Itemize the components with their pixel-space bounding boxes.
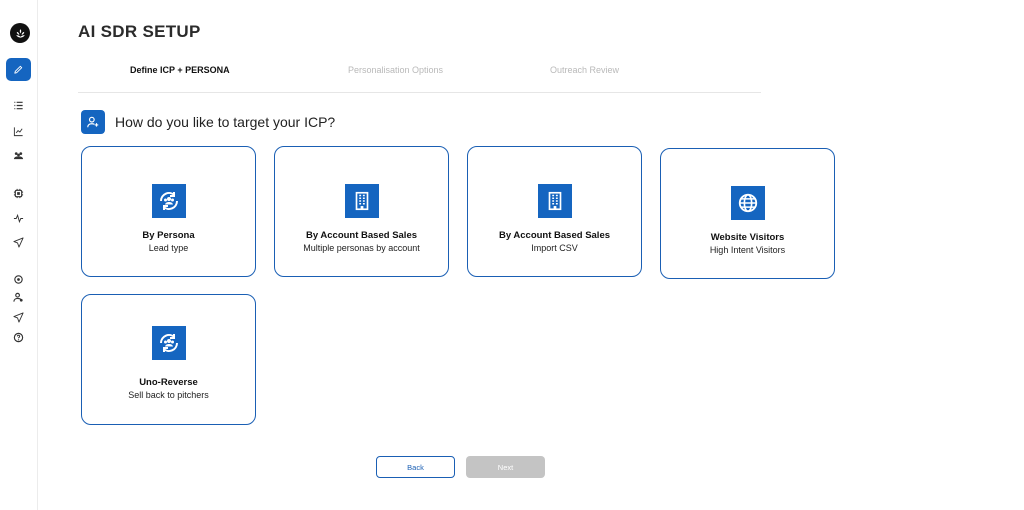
sidebar-item-ai[interactable] (11, 186, 25, 200)
user-settings-icon (12, 292, 23, 302)
question-text: How do you like to target your ICP? (115, 114, 336, 130)
activity-icon (13, 213, 23, 223)
sidebar-item-account[interactable] (11, 290, 25, 304)
users-icon (13, 151, 23, 159)
sidebar-item-analytics[interactable] (11, 124, 25, 138)
building-icon (537, 184, 572, 218)
globe-icon (730, 186, 765, 220)
sidebar (0, 0, 38, 510)
cpu-icon (13, 188, 23, 198)
next-button[interactable]: Next (466, 456, 545, 478)
step-outreach-review[interactable]: Outreach Review (550, 65, 619, 75)
building-icon (344, 184, 379, 218)
card-subtitle: Sell back to pitchers (128, 390, 209, 400)
settings-icon (13, 274, 23, 284)
option-card-uno-reverse[interactable]: Uno-Reverse Sell back to pitchers (81, 294, 256, 425)
sidebar-item-help[interactable] (11, 330, 25, 344)
app-root: AI SDR SETUP Define ICP + PERSONA Person… (0, 0, 1024, 510)
sidebar-item-activity[interactable] (11, 211, 25, 225)
option-card-by-persona[interactable]: By Persona Lead type (81, 146, 256, 277)
sidebar-item-contacts[interactable] (11, 148, 25, 162)
sidebar-item-outreach[interactable] (11, 310, 25, 324)
sidebar-item-settings[interactable] (11, 272, 25, 286)
card-subtitle: Lead type (148, 243, 189, 253)
card-title: Website Visitors (710, 232, 785, 243)
pencil-icon (14, 65, 23, 74)
card-subtitle: Import CSV (531, 243, 578, 253)
card-title: By Persona (142, 230, 195, 241)
step-define-icp[interactable]: Define ICP + PERSONA (130, 65, 230, 75)
card-title: By Account Based Sales (305, 230, 418, 241)
persona-cycle-icon (151, 184, 186, 218)
stepper: Define ICP + PERSONA Personalisation Opt… (78, 63, 761, 93)
list-icon (13, 101, 23, 109)
persona-cycle-icon (151, 326, 186, 360)
add-user-icon (81, 110, 105, 134)
step-personalisation[interactable]: Personalisation Options (348, 65, 443, 75)
help-icon (13, 332, 23, 342)
sidebar-item-campaigns[interactable] (11, 235, 25, 249)
card-subtitle: High Intent Visitors (709, 245, 786, 255)
chart-icon (13, 126, 23, 136)
page-title: AI SDR SETUP (78, 22, 201, 41)
send-icon (12, 236, 24, 248)
sidebar-item-edit[interactable] (6, 58, 31, 81)
option-card-account-based-csv[interactable]: By Account Based Sales Import CSV (467, 146, 642, 277)
sidebar-item-list[interactable] (11, 98, 25, 112)
card-subtitle: Multiple personas by account (303, 243, 420, 253)
card-title: By Account Based Sales (498, 230, 611, 241)
option-card-account-based-multi[interactable]: By Account Based Sales Multiple personas… (274, 146, 449, 277)
card-title: Uno-Reverse (139, 377, 198, 388)
back-button[interactable]: Back (376, 456, 455, 478)
option-card-website-visitors[interactable]: Website Visitors High Intent Visitors (660, 148, 835, 279)
send-icon (12, 311, 24, 323)
logo-icon[interactable] (10, 23, 30, 43)
